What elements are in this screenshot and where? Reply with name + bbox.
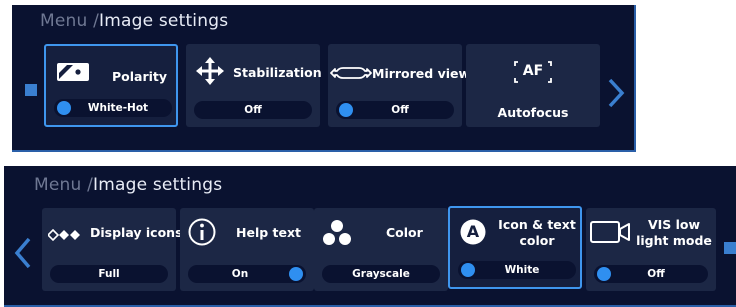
stabilization-label: Stabilization: [233, 65, 322, 80]
breadcrumb-current: Image settings: [99, 11, 229, 31]
help-text-label: Help text: [236, 225, 302, 240]
mirrored-view-toggle[interactable]: Off: [336, 101, 454, 119]
vis-low-light-value: Off: [647, 268, 665, 280]
help-text-toggle[interactable]: On: [188, 265, 306, 283]
chevron-left-icon[interactable]: [14, 237, 32, 273]
page-indicator: [724, 242, 736, 254]
a-circle-icon-text: A: [466, 222, 480, 241]
icon-text-color-value: White: [504, 264, 540, 276]
a-circle-icon: A: [460, 219, 486, 249]
autofocus-icon-text: AF: [522, 63, 544, 79]
mirrored-view-value: Off: [391, 104, 409, 116]
color-value: Grayscale: [352, 268, 410, 280]
chevron-right-icon[interactable]: [607, 78, 625, 112]
help-text-card[interactable]: Help text On: [180, 208, 314, 291]
stabilization-card[interactable]: Stabilization Off: [186, 44, 322, 127]
mirror-icon: [330, 65, 372, 84]
move-arrows-icon: [196, 57, 224, 89]
breadcrumb-menu-link[interactable]: Menu /: [34, 175, 93, 195]
page-indicator: [25, 84, 37, 96]
breadcrumb-current: Image settings: [93, 175, 223, 195]
autofocus-icon: AF: [514, 59, 552, 89]
display-icons-value: Full: [98, 268, 120, 280]
polarity-card[interactable]: Polarity White-Hot: [44, 44, 178, 127]
color-card[interactable]: Color Grayscale: [314, 208, 448, 291]
display-icons-value-pill[interactable]: Full: [50, 265, 168, 283]
display-icons-icon: [46, 226, 80, 245]
icon-text-color-label: Icon & text color: [498, 217, 576, 248]
mirrored-view-label: Mirrored view: [372, 66, 471, 81]
icon-text-color-card[interactable]: A Icon & text color White: [448, 206, 582, 289]
info-icon: [188, 218, 216, 250]
display-icons-card[interactable]: Display icons Full: [42, 208, 183, 291]
stabilization-value: Off: [244, 104, 262, 116]
polarity-label: Polarity: [112, 69, 168, 84]
vis-low-light-toggle[interactable]: Off: [594, 265, 708, 283]
mirrored-view-card[interactable]: Mirrored view Off: [328, 44, 470, 127]
autofocus-label: Autofocus: [497, 105, 569, 120]
image-settings-panel-bottom: Menu /Image settings Display icons Full …: [4, 166, 736, 307]
autofocus-card[interactable]: AF Autofocus: [466, 44, 600, 127]
color-dots-icon: [322, 219, 352, 251]
polarity-value: White-Hot: [87, 102, 149, 114]
camera-icon: [590, 221, 630, 247]
breadcrumb: Menu /Image settings: [40, 11, 228, 31]
polarity-toggle[interactable]: White-Hot: [54, 99, 172, 117]
breadcrumb: Menu /Image settings: [34, 175, 222, 195]
help-text-value: On: [231, 268, 249, 280]
display-icons-label: Display icons: [90, 225, 183, 240]
breadcrumb-menu-link[interactable]: Menu /: [40, 11, 99, 31]
icon-text-color-toggle[interactable]: White: [458, 261, 576, 279]
color-value-pill[interactable]: Grayscale: [322, 265, 440, 283]
stabilization-value-pill[interactable]: Off: [194, 101, 312, 119]
polarity-icon: [56, 62, 90, 86]
image-settings-panel-top: Menu /Image settings Polarity White-Hot: [12, 5, 636, 152]
color-label: Color: [386, 225, 423, 240]
vis-low-light-label: VIS low light mode: [636, 217, 712, 248]
vis-low-light-card[interactable]: VIS low light mode Off: [586, 208, 716, 291]
